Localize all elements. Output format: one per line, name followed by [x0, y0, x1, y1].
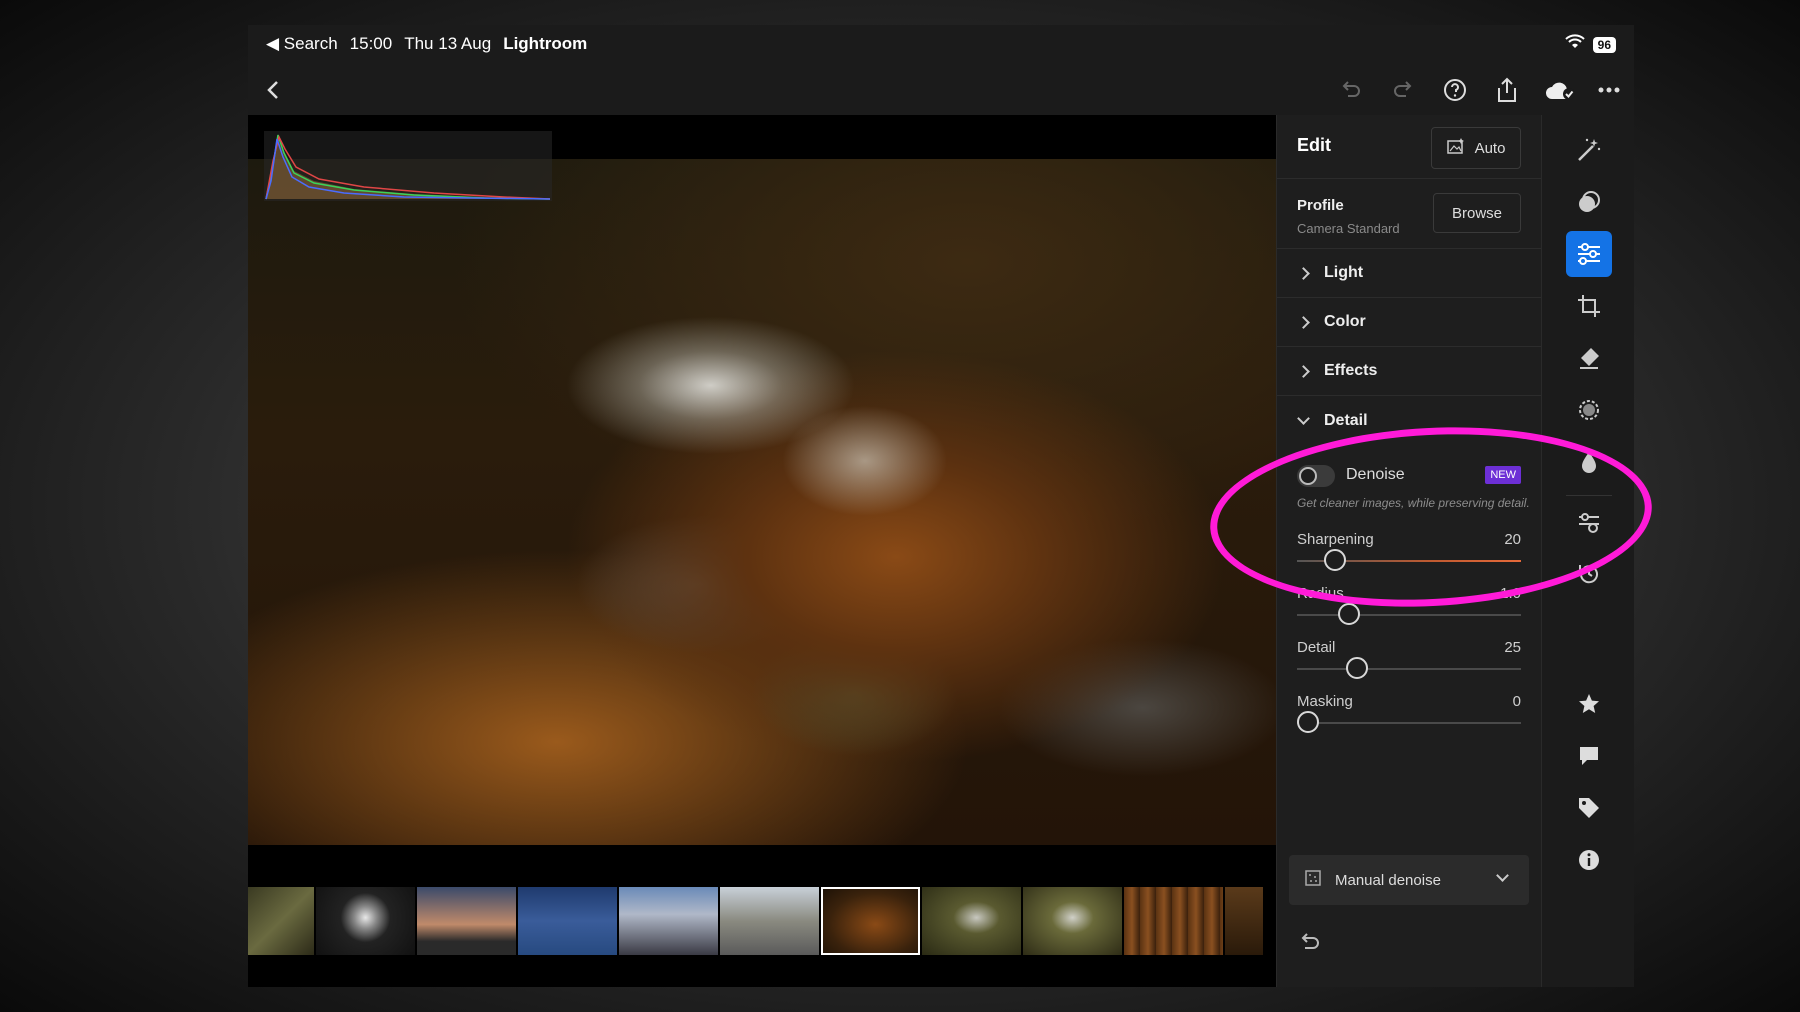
- detail-handle[interactable]: [1346, 657, 1369, 679]
- radius-label: Radius: [1297, 585, 1344, 602]
- sharpening-slider[interactable]: Sharpening 20: [1277, 525, 1541, 579]
- back-to-search-link[interactable]: ◀ Search: [266, 34, 338, 54]
- sharpening-handle[interactable]: [1324, 549, 1347, 571]
- denoise-hint: Get cleaner images, while preserving det…: [1297, 496, 1530, 510]
- section-color-label: Color: [1324, 313, 1366, 330]
- auto-button[interactable]: Auto: [1431, 127, 1521, 169]
- filmstrip-thumb[interactable]: [922, 887, 1021, 955]
- filmstrip-thumb[interactable]: [720, 887, 819, 955]
- section-detail[interactable]: Detail: [1277, 396, 1541, 445]
- filmstrip-thumb[interactable]: [619, 887, 718, 955]
- status-date: Thu 13 Aug: [404, 34, 492, 53]
- status-bar: ◀ Search 15:00 Thu 13 Aug Lightroom 96: [248, 25, 1634, 63]
- filmstrip-thumb[interactable]: [1124, 887, 1223, 955]
- auto-button-label: Auto: [1474, 139, 1506, 157]
- section-effects-label: Effects: [1324, 362, 1378, 379]
- denoise-row: Denoise NEW Get cleaner images, while pr…: [1277, 445, 1541, 525]
- top-toolbar: [248, 63, 1634, 115]
- magic-wand-icon[interactable]: [1566, 127, 1612, 173]
- chevron-right-icon: [1297, 315, 1310, 329]
- chevron-right-icon: [1297, 364, 1310, 378]
- history-icon[interactable]: [1566, 551, 1612, 597]
- wifi-icon: [1564, 34, 1585, 55]
- undo-icon[interactable]: [1336, 75, 1366, 105]
- main-photo[interactable]: [248, 159, 1276, 845]
- detail-label: Detail: [1297, 639, 1336, 656]
- radius-slider[interactable]: Radius 1.0: [1277, 579, 1541, 633]
- masking-handle[interactable]: [1297, 711, 1319, 733]
- detail-value: 25: [1504, 639, 1521, 656]
- healing-eraser-icon[interactable]: [1566, 335, 1612, 381]
- chevron-down-icon: [1297, 412, 1310, 425]
- new-badge: NEW: [1485, 466, 1521, 484]
- chevron-down-icon: [1496, 869, 1509, 882]
- filmstrip-thumb[interactable]: [1225, 887, 1263, 955]
- filmstrip-thumb-selected[interactable]: [821, 887, 920, 955]
- toolstrip-divider: [1566, 495, 1612, 496]
- help-icon[interactable]: [1440, 75, 1470, 105]
- reset-icon[interactable]: [1299, 933, 1323, 957]
- sharpening-label: Sharpening: [1297, 531, 1374, 548]
- denoise-mode-label: Manual denoise: [1335, 871, 1441, 889]
- comment-icon[interactable]: [1566, 733, 1612, 779]
- edit-panel-title: Edit: [1297, 135, 1331, 155]
- detail-slider[interactable]: Detail 25: [1277, 633, 1541, 687]
- masking-slider[interactable]: Masking 0: [1277, 687, 1541, 741]
- detail-track[interactable]: [1297, 657, 1521, 679]
- profile-label: Profile: [1297, 197, 1344, 214]
- profile-row: Profile Camera Standard Browse: [1277, 179, 1541, 249]
- section-light-label: Light: [1324, 264, 1364, 281]
- sharpening-track[interactable]: [1297, 549, 1521, 571]
- redo-icon[interactable]: [1388, 75, 1418, 105]
- noise-grid-icon: [1305, 870, 1321, 890]
- sharpening-value: 20: [1504, 531, 1521, 548]
- battery-indicator: 96: [1592, 36, 1616, 53]
- denoise-mode-dropdown[interactable]: Manual denoise: [1289, 855, 1529, 905]
- ipad-screen: ◀ Search 15:00 Thu 13 Aug Lightroom 96 E…: [248, 25, 1634, 987]
- section-effects[interactable]: Effects: [1277, 347, 1541, 396]
- masking-track[interactable]: [1297, 711, 1521, 733]
- section-light[interactable]: Light: [1277, 249, 1541, 298]
- masking-value: 0: [1512, 693, 1521, 710]
- filmstrip-thumb[interactable]: [316, 887, 415, 955]
- browse-profiles-button[interactable]: Browse: [1433, 193, 1521, 233]
- profile-value: Camera Standard: [1297, 221, 1400, 236]
- cloud-sync-icon[interactable]: [1542, 75, 1578, 105]
- status-app-name: Lightroom: [503, 34, 588, 53]
- tool-strip: [1541, 115, 1634, 987]
- back-chevron-icon[interactable]: [258, 75, 288, 105]
- denoise-toggle[interactable]: [1297, 465, 1335, 487]
- filmstrip-thumb[interactable]: [1023, 887, 1122, 955]
- radius-handle[interactable]: [1337, 603, 1360, 625]
- filmstrip: [248, 887, 1276, 957]
- edit-panel-header: Edit Auto: [1277, 115, 1541, 179]
- filmstrip-thumb[interactable]: [518, 887, 617, 955]
- photo-canvas-area: [248, 115, 1276, 987]
- masking-label: Masking: [1297, 693, 1353, 710]
- chevron-right-icon: [1297, 266, 1310, 280]
- star-icon[interactable]: [1566, 681, 1612, 727]
- edit-panel: Edit Auto Profile Camera Standard Browse…: [1276, 115, 1541, 987]
- filmstrip-thumb[interactable]: [417, 887, 516, 955]
- versions-icon[interactable]: [1566, 499, 1612, 545]
- histogram: [264, 131, 552, 201]
- share-icon[interactable]: [1492, 75, 1522, 105]
- more-icon[interactable]: [1594, 75, 1624, 105]
- tag-icon[interactable]: [1566, 785, 1612, 831]
- toggle-knob: [1299, 467, 1317, 485]
- radius-value: 1.0: [1500, 585, 1521, 602]
- filmstrip-thumb[interactable]: [248, 887, 314, 955]
- section-color[interactable]: Color: [1277, 298, 1541, 347]
- presets-icon[interactable]: [1566, 179, 1612, 225]
- edit-sliders-icon[interactable]: [1566, 231, 1612, 277]
- info-icon[interactable]: [1566, 837, 1612, 883]
- auto-image-icon: [1446, 138, 1465, 158]
- blur-icon[interactable]: [1566, 439, 1612, 485]
- radius-track[interactable]: [1297, 603, 1521, 625]
- masking-icon[interactable]: [1566, 387, 1612, 433]
- status-time: 15:00: [349, 34, 393, 53]
- denoise-label: Denoise: [1346, 466, 1405, 483]
- crop-icon[interactable]: [1566, 283, 1612, 329]
- section-detail-label: Detail: [1324, 411, 1368, 429]
